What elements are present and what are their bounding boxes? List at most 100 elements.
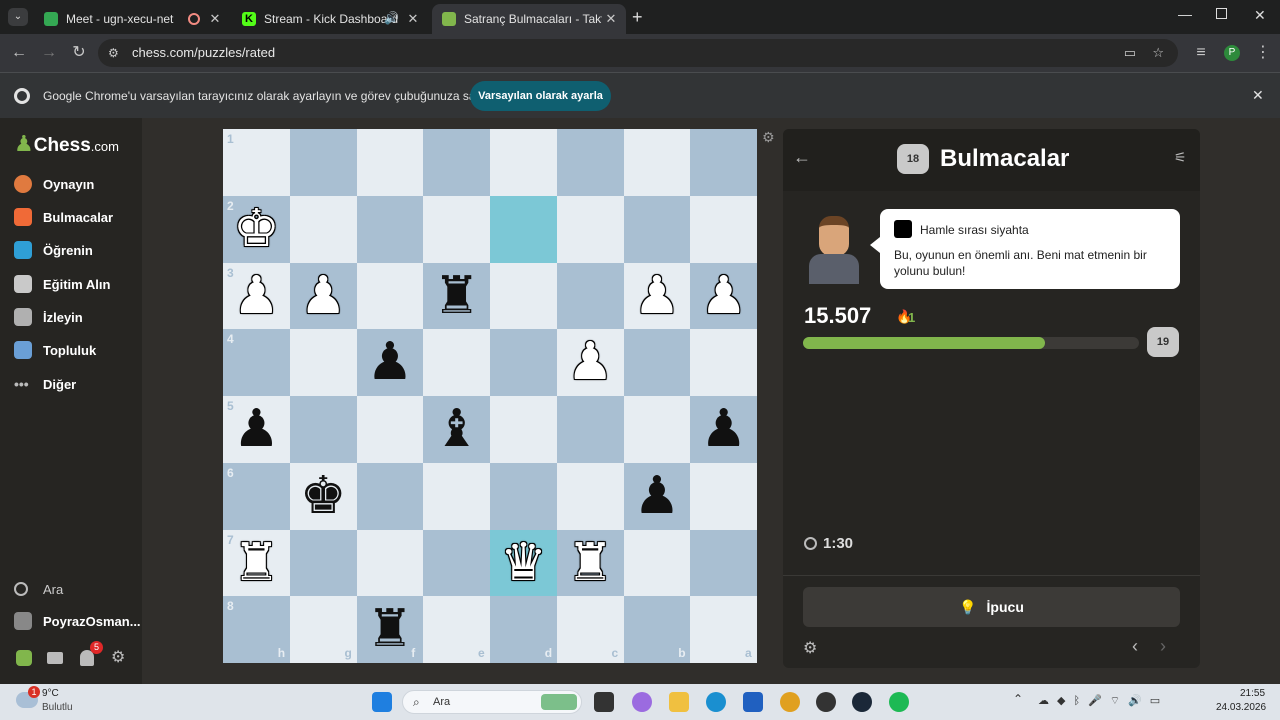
audio-icon[interactable]: 🔊: [384, 11, 399, 25]
board-square[interactable]: [690, 129, 757, 196]
profile-avatar[interactable]: P: [1224, 45, 1240, 61]
minimize-icon[interactable]: —: [1178, 6, 1192, 22]
board-square[interactable]: [623, 529, 691, 597]
board-square[interactable]: [289, 329, 357, 396]
white-pawn-piece[interactable]: ♟: [557, 329, 624, 396]
set-default-button[interactable]: Varsayılan olarak ayarla: [470, 81, 611, 111]
board-square[interactable]: [490, 195, 557, 263]
board-square[interactable]: [556, 262, 624, 330]
board-square[interactable]: [556, 129, 624, 196]
edge-icon[interactable]: [706, 692, 726, 712]
white-rook-piece[interactable]: ♜: [557, 530, 624, 597]
board-square[interactable]: [490, 462, 557, 530]
board-square[interactable]: [690, 529, 757, 597]
chess-logo[interactable]: ♟ Chess .com: [14, 132, 119, 157]
tray-icons[interactable]: ☁◆ᛒ🎤⌔🔊▭: [1038, 694, 1198, 710]
nav-learn[interactable]: Öğrenin: [14, 239, 93, 261]
white-pawn-piece[interactable]: ♟: [223, 263, 290, 330]
reload-icon[interactable]: ↻: [68, 42, 90, 64]
black-king-piece[interactable]: ♚: [290, 463, 357, 530]
nav-watch[interactable]: İzleyin: [14, 306, 83, 328]
back-arrow-icon[interactable]: ←: [793, 147, 811, 168]
nav-training[interactable]: Eğitim Alın: [14, 273, 110, 295]
black-rook-piece[interactable]: ♜: [357, 596, 424, 663]
nav-community[interactable]: Topluluk: [14, 339, 96, 361]
board-square[interactable]: [623, 129, 691, 196]
board-square[interactable]: [289, 129, 357, 196]
close-tab-icon[interactable]: ✕: [602, 11, 620, 27]
board-square[interactable]: [690, 195, 757, 263]
black-rook-piece[interactable]: ♜: [423, 263, 490, 330]
board-square[interactable]: [289, 195, 357, 263]
board-square[interactable]: [623, 195, 691, 263]
bookmark-star-icon[interactable]: ☆: [1152, 39, 1164, 67]
chrome-taskbar-icon[interactable]: [780, 692, 800, 712]
close-tab-icon[interactable]: ✕: [206, 11, 224, 27]
sidebar-profile[interactable]: PoyrazOsman...: [14, 610, 141, 632]
board-square[interactable]: [356, 462, 424, 530]
windows-start-icon[interactable]: [372, 692, 392, 712]
new-tab-button[interactable]: +: [632, 7, 643, 28]
url-field[interactable]: ⚙ chess.com/puzzles/rated ▭ ☆: [98, 39, 1178, 67]
black-bishop-piece[interactable]: ♝: [423, 396, 490, 463]
board-square[interactable]: [289, 529, 357, 597]
obs-icon[interactable]: [816, 692, 836, 712]
black-pawn-piece[interactable]: ♟: [223, 396, 290, 463]
tab-chess[interactable]: Satranç Bulmacaları - Taktik Bul ✕: [432, 4, 626, 34]
board-square[interactable]: [356, 529, 424, 597]
media-control-icon[interactable]: ≡: [1190, 42, 1212, 64]
board-square[interactable]: [556, 462, 624, 530]
next-arrow-icon[interactable]: ›: [1160, 636, 1166, 657]
spotify-icon[interactable]: [889, 692, 909, 712]
black-pawn-piece[interactable]: ♟: [624, 463, 691, 530]
nav-more[interactable]: ••• Diğer: [14, 373, 76, 395]
clock-date[interactable]: 24.03.2026: [1216, 702, 1266, 713]
tab-menu-icon[interactable]: ⌄: [8, 8, 28, 26]
tab-kick[interactable]: K Stream - Kick Dashboard 🔊 ✕: [232, 4, 428, 34]
back-icon[interactable]: ←: [8, 42, 30, 64]
nav-play[interactable]: Oynayın: [14, 173, 94, 195]
clock-time[interactable]: 21:55: [1240, 688, 1265, 699]
white-pawn-piece[interactable]: ♟: [690, 263, 757, 330]
black-pawn-piece[interactable]: ♟: [690, 396, 757, 463]
white-queen-piece[interactable]: ♛: [490, 530, 557, 597]
copilot-icon[interactable]: [632, 692, 652, 712]
board-square[interactable]: [356, 262, 424, 330]
white-rook-piece[interactable]: ♜: [223, 530, 290, 597]
tray-overflow-icon[interactable]: ⌃: [1013, 692, 1023, 706]
install-icon[interactable]: ▭: [1124, 39, 1136, 67]
chess-board[interactable]: 1 2 3 4 5 6 7 8 h g f e d c b a ♚ ♟ ♟ ♜ ♟ ♟ ♟ ♟ ♟ ♝ ♟ ♚ ♟ ♜ ♛ ♜ ♜: [223, 129, 757, 663]
board-square[interactable]: [490, 129, 557, 196]
board-square[interactable]: [490, 262, 557, 330]
board-square[interactable]: [490, 396, 557, 463]
board-square[interactable]: [423, 195, 490, 263]
board-square[interactable]: [423, 462, 490, 530]
close-infobar-icon[interactable]: ✕: [1252, 87, 1264, 104]
board-square[interactable]: [623, 329, 691, 396]
board-square[interactable]: [356, 396, 424, 463]
site-info-icon[interactable]: ⚙: [108, 39, 119, 67]
board-settings-icon[interactable]: ⚙: [762, 129, 775, 146]
previous-arrow-icon[interactable]: ‹: [1132, 636, 1138, 657]
file-explorer-icon[interactable]: [669, 692, 689, 712]
store-icon[interactable]: [743, 692, 763, 712]
panel-settings-icon[interactable]: ⚙: [803, 638, 817, 658]
nav-puzzles[interactable]: Bulmacalar: [14, 206, 113, 228]
board-square[interactable]: [690, 462, 757, 530]
white-pawn-piece[interactable]: ♟: [624, 263, 691, 330]
settings-gear-icon[interactable]: ⚙: [111, 647, 125, 667]
board-square[interactable]: [556, 396, 624, 463]
white-king-piece[interactable]: ♚: [223, 196, 290, 263]
taskbar-search[interactable]: ⌕ Ara: [402, 690, 582, 714]
board-square[interactable]: [490, 329, 557, 396]
board-square[interactable]: [356, 129, 424, 196]
black-pawn-piece[interactable]: ♟: [357, 329, 424, 396]
steam-icon[interactable]: [852, 692, 872, 712]
board-square[interactable]: [623, 396, 691, 463]
tab-meet[interactable]: Meet - ugn-xecu-net ✕: [34, 4, 230, 34]
taskview-icon[interactable]: [594, 692, 614, 712]
messages-icon[interactable]: [47, 652, 63, 664]
close-tab-icon[interactable]: ✕: [404, 11, 422, 27]
board-square[interactable]: [423, 129, 490, 196]
board-square[interactable]: [289, 396, 357, 463]
